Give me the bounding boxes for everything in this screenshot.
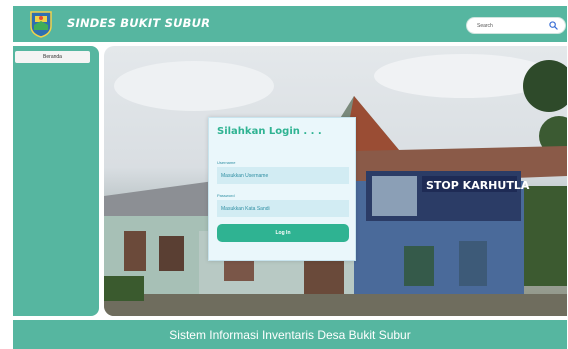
district-emblem-icon [30, 11, 52, 38]
password-label: Password [217, 193, 235, 198]
search-box[interactable] [466, 17, 566, 34]
sidebar-item-beranda[interactable]: Beranda [15, 51, 90, 63]
sidebar: Beranda [13, 46, 99, 316]
login-title: Silahkan Login . . . [217, 126, 322, 137]
username-input[interactable] [217, 167, 349, 184]
app-title: SINDES BUKIT SUBUR [67, 16, 211, 30]
login-card: Silahkan Login . . . Username Password L… [208, 117, 356, 261]
footer-bar: Sistem Informasi Inventaris Desa Bukit S… [13, 320, 567, 349]
banner-sign-text: STOP KARHUTLA [426, 179, 530, 192]
password-input[interactable] [217, 200, 349, 217]
login-button[interactable]: Log In [217, 224, 349, 242]
search-input[interactable] [477, 20, 547, 31]
footer-text: Sistem Informasi Inventaris Desa Bukit S… [169, 328, 411, 342]
search-icon[interactable] [549, 21, 558, 30]
header-bar: SINDES BUKIT SUBUR [13, 6, 567, 42]
username-label: Username [217, 160, 236, 165]
